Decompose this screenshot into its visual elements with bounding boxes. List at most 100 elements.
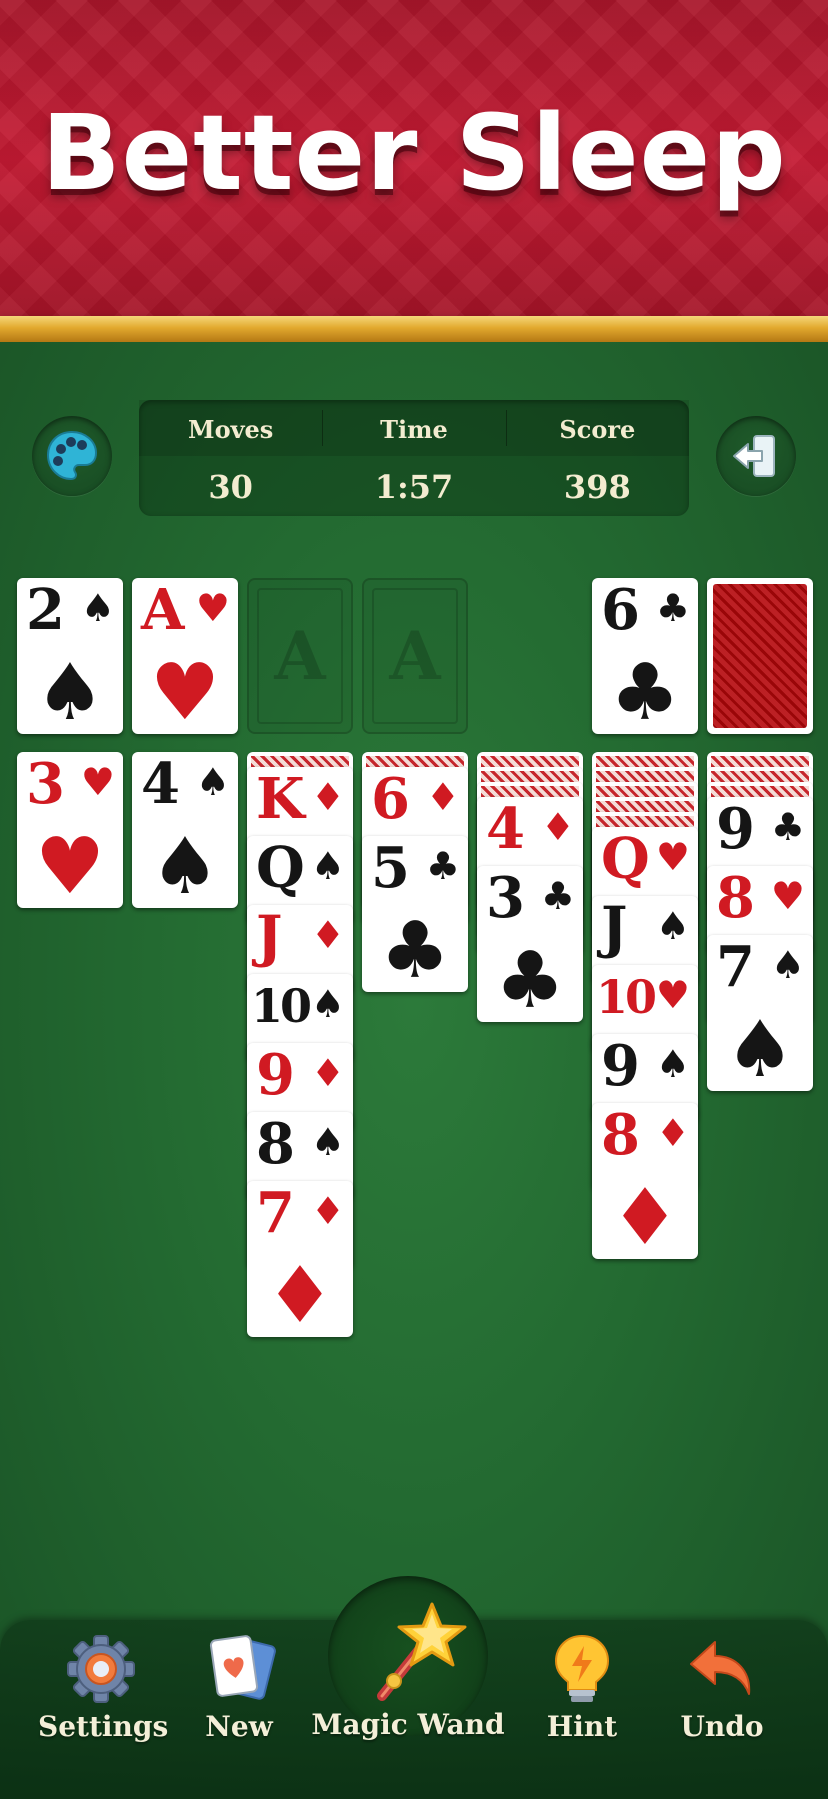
heart-icon: ♥ [655,835,690,879]
banner-title: Better Sleep [41,92,787,214]
diamond-icon: ♦ [610,1173,680,1259]
moves-value: 30 [208,468,253,506]
foundation-card[interactable]: A ♥ ♥ [132,578,238,734]
score-stat: Score 398 [505,400,689,516]
waste-card[interactable]: 6 ♣ ♣ [592,578,698,734]
card-rank: Q [256,836,305,901]
card-rank: Q [601,827,650,892]
promo-banner: Better Sleep [0,0,828,318]
diamond-icon: ♦ [425,775,460,819]
time-label: Time [380,415,448,444]
undo-icon [690,1641,751,1695]
exit-button[interactable] [716,416,796,496]
score-value: 398 [563,468,631,506]
spade-icon: ♠ [310,1120,345,1164]
tableau-card[interactable]: 8 ♦ ♦ [592,1103,698,1259]
stats-panel: Moves 30 Time 1:57 Score 398 [139,400,689,516]
diamond-icon: ♦ [310,1189,345,1233]
heart-icon: ♥ [655,973,690,1017]
card-rank: 9 [601,1034,640,1099]
club-icon: ♣ [655,586,690,630]
spade-icon: ♠ [770,943,805,987]
tableau-card[interactable]: 5 ♣ ♣ [362,836,468,992]
foundation-card[interactable]: 2 ♠ ♠ [17,578,123,734]
card-rank: 9 [716,797,755,862]
settings-button[interactable]: Settings [38,1632,169,1743]
spade-icon: ♠ [725,1005,795,1091]
card-rank: 3 [486,866,525,931]
card-rank: 3 [26,752,65,817]
spade-icon: ♠ [35,648,105,734]
spade-icon: ♠ [655,1042,690,1086]
card-rank: 9 [256,1043,295,1108]
club-icon: ♣ [495,936,565,1022]
exit-icon [733,435,775,477]
lightbulb-icon [554,1634,610,1702]
card-rank: 7 [256,1181,295,1246]
club-icon: ♣ [770,805,805,849]
heart-icon: ♥ [80,760,115,804]
settings-label: Settings [38,1710,169,1743]
moves-stat: Moves 30 [139,400,322,516]
card-rank: K [256,767,305,832]
card-rank: 6 [601,578,640,643]
diamond-icon: ♦ [310,913,345,957]
diamond-icon: ♦ [310,775,345,819]
club-icon: ♣ [425,844,460,888]
card-rank: 4 [486,797,525,862]
card-rank: J [256,905,282,970]
new-game-button[interactable]: New [180,1632,298,1743]
foundation-empty-slot[interactable]: A [362,578,468,734]
new-cards-icon [209,1635,276,1700]
palette-icon [46,430,98,481]
card-rank: A [141,578,184,643]
club-icon: ♣ [540,874,575,918]
hint-label: Hint [546,1710,618,1743]
spade-icon: ♠ [150,822,220,908]
hint-button[interactable]: Hint [534,1632,630,1743]
heart-icon: ♥ [35,822,105,908]
spade-icon: ♠ [655,904,690,948]
tableau-card[interactable]: 4 ♠ ♠ [132,752,238,908]
card-rank: 7 [716,935,755,1000]
spade-icon: ♠ [310,982,345,1026]
undo-button[interactable]: Undo [672,1632,772,1743]
card-rank: 10 [251,979,312,1033]
card-rank: J [601,896,627,961]
card-rank: 5 [371,836,410,901]
card-rank: 4 [141,752,180,817]
time-value: 1:57 [374,468,454,506]
tableau-card[interactable]: 7 ♦ ♦ [247,1181,353,1337]
heart-icon: ♥ [195,586,230,630]
diamond-icon: ♦ [310,1051,345,1095]
heart-icon: ♥ [150,648,220,734]
magic-wand-button[interactable]: Magic Wand [308,1600,508,1741]
tableau-card[interactable]: 3 ♣ ♣ [477,866,583,1022]
gear-icon [67,1635,135,1703]
diamond-icon: ♦ [655,1111,690,1155]
theme-button[interactable] [32,416,112,496]
gold-divider [0,316,828,342]
club-icon: ♣ [380,906,450,992]
spade-icon: ♠ [195,760,230,804]
card-rank: 6 [371,767,410,832]
diamond-icon: ♦ [540,805,575,849]
foundation-empty-slot[interactable]: A [247,578,353,734]
slot-placeholder-label: A [274,617,326,695]
card-rank: 10 [596,970,657,1024]
new-label: New [205,1710,273,1743]
undo-label: Undo [680,1710,764,1743]
score-label: Score [559,415,636,444]
tableau-card[interactable]: 3 ♥ ♥ [17,752,123,908]
heart-icon: ♥ [770,874,805,918]
diamond-icon: ♦ [265,1251,335,1337]
card-rank: 8 [256,1112,295,1177]
moves-label: Moves [188,415,274,444]
card-rank: 2 [26,578,65,643]
club-icon: ♣ [610,648,680,734]
tableau-card[interactable]: 7 ♠ ♠ [707,935,813,1091]
spade-icon: ♠ [80,586,115,630]
card-rank: 8 [601,1103,640,1168]
time-stat: Time 1:57 [322,400,505,516]
stock-pile[interactable] [707,578,813,734]
